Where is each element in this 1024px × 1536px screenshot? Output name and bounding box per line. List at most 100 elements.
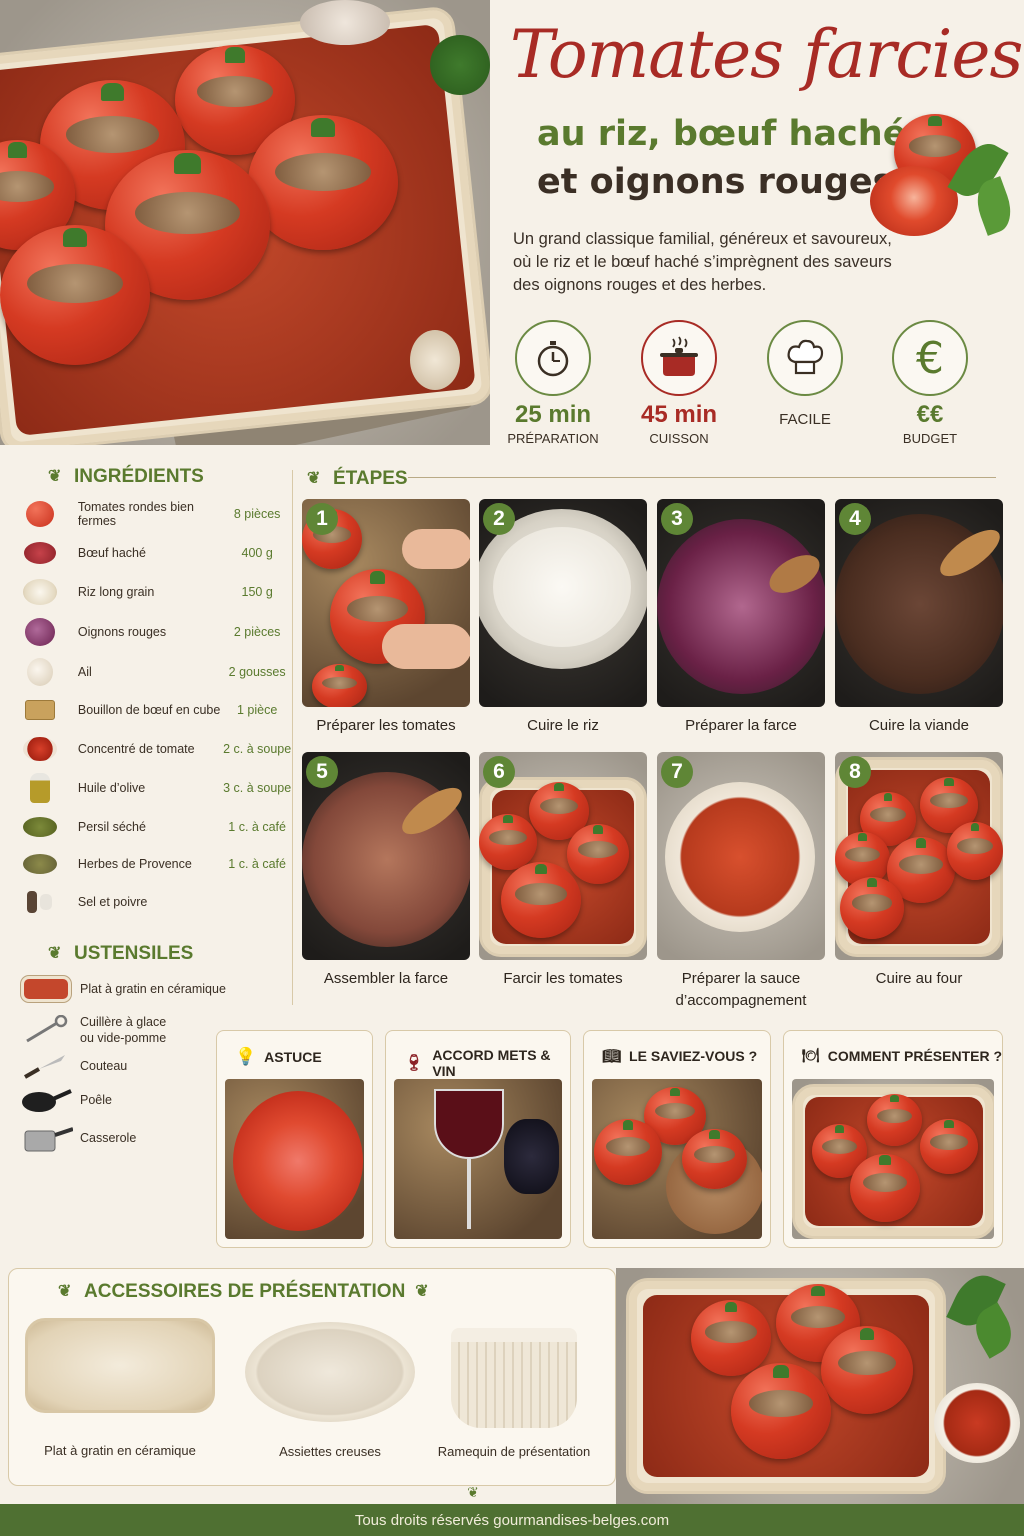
dried-parsley-icon: [22, 812, 58, 842]
footer: Tous droits réservés gourmandises-belges…: [0, 1504, 1024, 1536]
tip-label: ASTUCE: [264, 1049, 322, 1065]
cooking-pot-icon: [641, 320, 717, 396]
ingredient-qty: 1 c. à café: [228, 857, 286, 871]
step-card: 1 Préparer les tomates: [302, 499, 470, 737]
herbs-icon: [22, 849, 58, 879]
step-number: 4: [839, 503, 871, 535]
ingredient-name: Sel et poivre: [77, 895, 148, 909]
utensil-name: Poêle: [80, 1093, 112, 1107]
stat-label: CUISSON: [649, 431, 709, 446]
open-book-icon: 📖︎: [602, 1048, 622, 1065]
tip-card-did-you-know: 📖︎ LE SAVIEZ-VOUS ?: [583, 1030, 771, 1248]
accessory-item: Plat à gratin en céramique: [22, 1318, 218, 1458]
step-photo: 8: [835, 752, 1003, 960]
ingredient-qty: 2 pièces: [233, 625, 281, 639]
step-label: Cuire le riz: [527, 717, 599, 734]
step-card: 8 Cuire au four: [835, 752, 1003, 990]
stat-value: €€: [916, 401, 944, 428]
frying-pan-icon: [18, 1083, 74, 1117]
utensil-name: Couteau: [80, 1059, 128, 1073]
step-photo: 7: [657, 752, 825, 960]
ingredient-name: Riz long grain: [77, 585, 155, 599]
utensil-name: Casserole: [80, 1131, 137, 1145]
tip-header: 🍷︎ ACCORD METS & VIN: [386, 1031, 570, 1079]
wine-glass-icon: 🍷︎: [404, 1055, 425, 1072]
stat-value: 45 min: [640, 401, 718, 428]
baking-dish-icon: [18, 972, 74, 1006]
lightbulb-icon: 💡: [235, 1047, 257, 1066]
utensil-row: Poêle: [18, 1083, 112, 1117]
steps-heading-rule: [408, 477, 996, 478]
leaf-icon: ❦: [48, 468, 62, 485]
footer-ornament-icon: ❦: [467, 1484, 479, 1500]
column-divider: [292, 470, 293, 1005]
utensil-row: Cuillère à glace ou vide-pomme: [18, 1013, 166, 1047]
tip-card-presentation: 🍽︎ COMMENT PRÉSENTER ?: [783, 1030, 1003, 1248]
stat-budget: € €€ BUDGET: [875, 320, 985, 446]
step-card: 6 Farcir les tomates: [479, 752, 647, 990]
ground-beef-icon: [22, 538, 58, 568]
ingredient-row: Herbes de Provence 1 c. à café: [22, 848, 292, 880]
rice-icon: [22, 577, 58, 607]
stopwatch-icon: [515, 320, 591, 396]
step-number: 8: [839, 756, 871, 788]
ingredient-row: Persil séché 1 c. à café: [22, 811, 292, 843]
step-label: Assembler la farce: [323, 970, 449, 987]
ingredient-row: Huile d’olive 3 c. à soupe: [22, 772, 292, 804]
step-number: 3: [661, 503, 693, 535]
step-card: 5 Assembler la farce: [302, 752, 470, 990]
tip-photo: [394, 1079, 562, 1239]
accessory-item: Assiettes creuses: [242, 1322, 418, 1459]
page-title: Tomates farcies: [510, 16, 1023, 93]
intro-text: Un grand classique familial, généreux et…: [513, 230, 892, 294]
ingredient-name: Concentré de tomate: [77, 742, 195, 756]
step-label: Cuire la viande: [868, 717, 970, 734]
tip-label: ACCORD METS & VIN: [432, 1047, 551, 1079]
tip-header: 💡 ASTUCE: [217, 1031, 372, 1067]
garlic-icon: [22, 657, 58, 687]
step-photo: 2: [479, 499, 647, 707]
step-number: 7: [661, 756, 693, 788]
utensils-heading: ❦ USTENSILES: [48, 943, 193, 965]
step-label: Préparer la sauce d’accompagnement: [675, 970, 807, 1009]
utensil-row: Casserole: [18, 1121, 136, 1155]
ingredient-qty: 3 c. à soupe: [223, 781, 292, 795]
utensil-name: Plat à gratin en céramique: [80, 982, 226, 996]
ingredient-name: Herbes de Provence: [77, 857, 192, 871]
baking-dish-image: [25, 1318, 215, 1413]
ingredient-row: Concentré de tomate 2 c. à soupe: [22, 733, 292, 765]
step-photo: 4: [835, 499, 1003, 707]
deep-plate-image: [245, 1322, 415, 1422]
tomato-paste-icon: [22, 734, 58, 764]
ingredient-name: Huile d’olive: [77, 781, 146, 795]
step-number: 2: [483, 503, 515, 535]
stat-difficulty: FACILE: [750, 320, 860, 428]
accessories-heading-label: ACCESSOIRES DE PRÉSENTATION: [84, 1281, 406, 1302]
accessories-heading: ❦ ACCESSOIRES DE PRÉSENTATION ❦: [58, 1281, 431, 1303]
ingredient-name: Persil séché: [77, 820, 146, 834]
stock-cube-icon: [22, 695, 58, 725]
ingredient-row: Tomates rondes bien fermes 8 pièces: [22, 498, 292, 530]
step-number: 6: [483, 756, 515, 788]
tip-photo: [792, 1079, 994, 1239]
ingredient-row: Bouillon de bœuf en cube 1 pièce: [22, 694, 292, 726]
chef-hat-icon: [767, 320, 843, 396]
step-photo: 5: [302, 752, 470, 960]
utensil-name: Cuillère à glace ou vide-pomme: [80, 1015, 167, 1045]
footer-copyright: Tous droits réservés gourmandises-belges…: [354, 1511, 670, 1529]
saucepan-icon: [18, 1121, 74, 1155]
step-number: 1: [306, 503, 338, 535]
utensils-heading-label: USTENSILES: [74, 943, 194, 964]
subtitle-line-1: au riz, bœuf haché: [537, 114, 907, 154]
step-photo: 3: [657, 499, 825, 707]
step-card: 3 Préparer la farce: [657, 499, 825, 737]
step-card: 4 Cuire la viande: [835, 499, 1003, 737]
step-label: Cuire au four: [875, 970, 963, 987]
hero-photo: [0, 0, 490, 445]
leaf-icon: ❦: [58, 1283, 72, 1300]
step-card: 2 Cuire le riz: [479, 499, 647, 737]
tip-label: COMMENT PRÉSENTER ?: [827, 1047, 1003, 1064]
subtitle-line-2: et oignons rouges: [537, 162, 894, 202]
leaf-icon: ❦: [415, 1283, 429, 1300]
accessory-label: Assiettes creuses: [279, 1444, 381, 1459]
